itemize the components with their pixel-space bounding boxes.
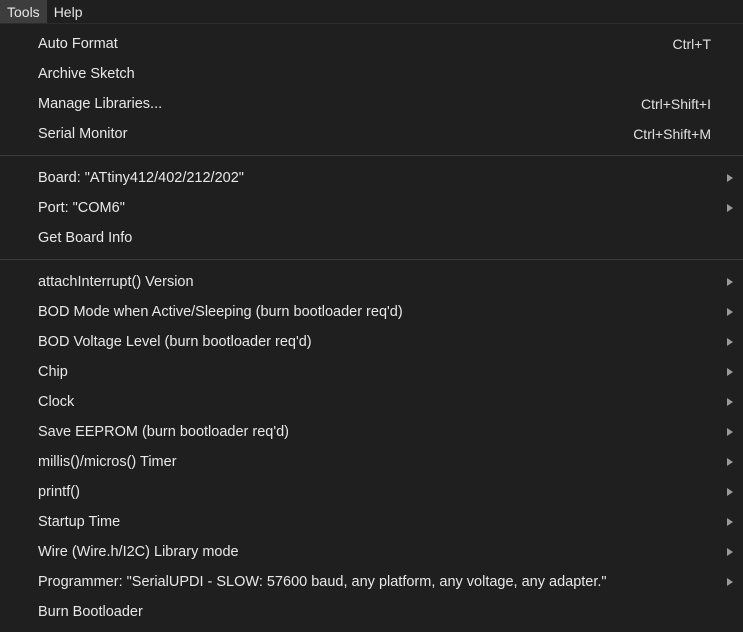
menu-separator [0,155,743,156]
menu-item-label: Port: "COM6" [38,200,125,216]
menu-item-label: Programmer: "SerialUPDI - SLOW: 57600 ba… [38,574,607,590]
menubar-help[interactable]: Help [47,0,90,23]
menu-item-label: Manage Libraries... [38,96,163,112]
menu-bar: Tools Help [0,0,743,24]
menu-item-programmer[interactable]: Programmer: "SerialUPDI - SLOW: 57600 ba… [0,567,743,597]
menu-item-burn-bootloader[interactable]: Burn Bootloader [0,597,743,627]
menu-item-label: Archive Sketch [38,66,135,82]
submenu-arrow-icon [727,548,733,556]
menubar-tools[interactable]: Tools [0,0,47,23]
menu-item-archive-sketch[interactable]: Archive Sketch [0,59,743,89]
menu-item-label: Startup Time [38,514,121,530]
menu-item-label: Chip [38,364,68,380]
submenu-arrow-icon [727,308,733,316]
menu-item-get-board-info[interactable]: Get Board Info [0,223,743,253]
menu-item-manage-libraries[interactable]: Manage Libraries... Ctrl+Shift+I [0,89,743,119]
submenu-arrow-icon [727,488,733,496]
menu-item-printf[interactable]: printf() [0,477,743,507]
menu-item-attach-interrupt[interactable]: attachInterrupt() Version [0,267,743,297]
menu-item-label: Clock [38,394,75,410]
submenu-arrow-icon [727,458,733,466]
menu-item-shortcut: Ctrl+T [672,36,712,52]
menu-item-bod-mode[interactable]: BOD Mode when Active/Sleeping (burn boot… [0,297,743,327]
menu-item-chip[interactable]: Chip [0,357,743,387]
submenu-arrow-icon [727,428,733,436]
menu-item-startup-time[interactable]: Startup Time [0,507,743,537]
submenu-arrow-icon [727,518,733,526]
submenu-arrow-icon [727,578,733,586]
menu-item-millis-timer[interactable]: millis()/micros() Timer [0,447,743,477]
submenu-arrow-icon [727,278,733,286]
menu-item-label: Board: "ATtiny412/402/212/202" [38,170,244,186]
submenu-arrow-icon [727,204,733,212]
tools-dropdown-menu: Auto Format Ctrl+T Archive Sketch Manage… [0,24,743,632]
menu-item-shortcut: Ctrl+Shift+M [633,126,711,142]
menu-item-label: attachInterrupt() Version [38,274,194,290]
menu-item-port[interactable]: Port: "COM6" [0,193,743,223]
menu-item-label: Wire (Wire.h/I2C) Library mode [38,544,239,560]
menu-separator [0,259,743,260]
menu-item-label: BOD Voltage Level (burn bootloader req'd… [38,334,312,350]
menu-item-serial-monitor[interactable]: Serial Monitor Ctrl+Shift+M [0,119,743,149]
menu-item-label: Get Board Info [38,230,133,246]
menu-item-label: Serial Monitor [38,126,128,142]
menu-item-label: printf() [38,484,80,500]
submenu-arrow-icon [727,368,733,376]
menu-item-label: Auto Format [38,36,118,52]
menu-item-board[interactable]: Board: "ATtiny412/402/212/202" [0,163,743,193]
submenu-arrow-icon [727,398,733,406]
menu-item-save-eeprom[interactable]: Save EEPROM (burn bootloader req'd) [0,417,743,447]
menu-item-label: BOD Mode when Active/Sleeping (burn boot… [38,304,403,320]
menu-item-shortcut: Ctrl+Shift+I [640,96,711,112]
menu-item-label: Save EEPROM (burn bootloader req'd) [38,424,290,440]
menu-item-bod-voltage[interactable]: BOD Voltage Level (burn bootloader req'd… [0,327,743,357]
menu-item-wire-library-mode[interactable]: Wire (Wire.h/I2C) Library mode [0,537,743,567]
submenu-arrow-icon [727,338,733,346]
menu-item-label: Burn Bootloader [38,604,143,620]
menu-item-auto-format[interactable]: Auto Format Ctrl+T [0,29,743,59]
submenu-arrow-icon [727,174,733,182]
menu-item-clock[interactable]: Clock [0,387,743,417]
menu-item-label: millis()/micros() Timer [38,454,177,470]
